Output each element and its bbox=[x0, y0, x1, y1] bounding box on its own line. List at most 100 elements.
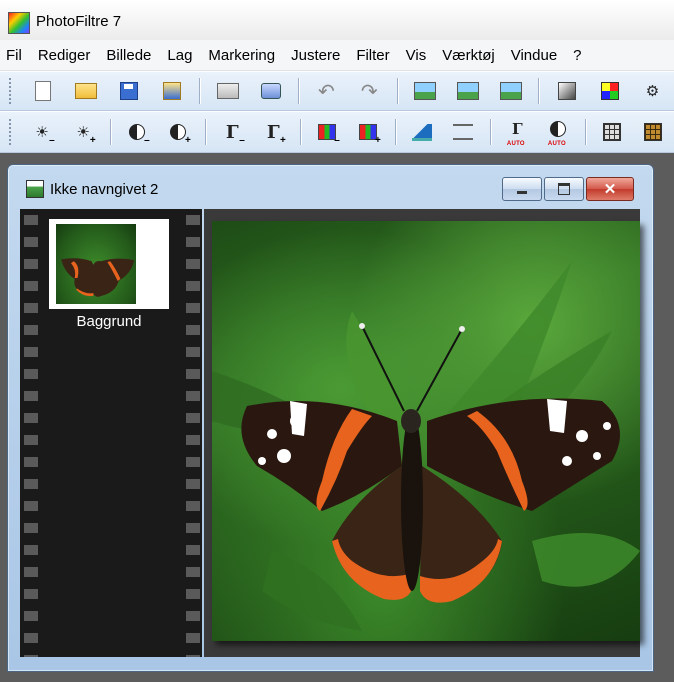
scanner-icon bbox=[260, 83, 281, 99]
copy-image-button[interactable] bbox=[455, 77, 482, 105]
paste-image-button[interactable] bbox=[412, 77, 439, 105]
minimize-button[interactable] bbox=[502, 177, 542, 201]
app-title: PhotoFiltre 7 bbox=[36, 13, 122, 30]
butterfly-photo[interactable] bbox=[212, 221, 640, 641]
layer-name[interactable]: Baggrund bbox=[49, 313, 169, 330]
undo-button[interactable]: ↶ bbox=[313, 77, 340, 105]
open-button[interactable] bbox=[73, 77, 100, 105]
toolbar-separator bbox=[109, 119, 111, 145]
toolbar-separator bbox=[204, 119, 206, 145]
menu-vindue[interactable]: Vindue bbox=[503, 47, 565, 64]
contrast-plus-button[interactable]: + bbox=[166, 118, 191, 146]
grid-icon bbox=[603, 123, 622, 141]
menu-bar: Fil Rediger Billede Lag Markering Juster… bbox=[0, 40, 674, 71]
menu-lag[interactable]: Lag bbox=[159, 47, 200, 64]
save-as-button[interactable] bbox=[158, 77, 185, 105]
menu-billede[interactable]: Billede bbox=[98, 47, 159, 64]
document-title: Ikke navngivet 2 bbox=[50, 181, 159, 198]
histogram-icon bbox=[412, 123, 433, 141]
menu-justere[interactable]: Justere bbox=[283, 47, 348, 64]
histogram-button[interactable] bbox=[410, 118, 435, 146]
menu-vaerktoej[interactable]: Værktøj bbox=[434, 47, 503, 64]
auto-gamma-icon: Γ bbox=[512, 120, 523, 138]
menu-help[interactable]: ? bbox=[565, 47, 589, 64]
scan-button[interactable] bbox=[257, 77, 284, 105]
image-canvas-area[interactable] bbox=[204, 209, 640, 657]
print-icon bbox=[216, 83, 239, 99]
gamma-plus-icon: Γ bbox=[266, 121, 280, 143]
new-image-button[interactable] bbox=[497, 77, 524, 105]
gamma-plus-button[interactable]: Γ + bbox=[261, 118, 286, 147]
photofiltre-app-icon bbox=[8, 12, 30, 34]
print-button[interactable] bbox=[214, 77, 241, 105]
menu-markering[interactable]: Markering bbox=[200, 47, 283, 64]
redo-button[interactable]: ↷ bbox=[356, 77, 383, 105]
undo-icon: ↶ bbox=[318, 80, 335, 103]
new-document-button[interactable] bbox=[30, 77, 57, 105]
gamma-minus-button[interactable]: Γ – bbox=[220, 118, 245, 147]
save-as-icon bbox=[162, 82, 181, 100]
minimize-icon bbox=[517, 190, 527, 194]
palette-button[interactable] bbox=[596, 77, 623, 105]
toolbar-separator bbox=[538, 78, 540, 104]
plugin-button[interactable]: ⚙ bbox=[639, 77, 666, 105]
open-folder-icon bbox=[75, 83, 98, 99]
saturation-minus-button[interactable]: – bbox=[315, 118, 340, 146]
mosaic-button[interactable] bbox=[641, 118, 666, 146]
film-perforations bbox=[24, 209, 38, 657]
brightness-plus-button[interactable]: ☀ + bbox=[71, 118, 95, 146]
image-paste-icon bbox=[414, 82, 437, 100]
maximize-button[interactable] bbox=[544, 177, 584, 201]
gradient-icon bbox=[557, 82, 576, 100]
menu-rediger[interactable]: Rediger bbox=[30, 47, 99, 64]
auto-gamma-button[interactable]: Γ AUTO bbox=[505, 118, 530, 147]
save-disk-icon bbox=[120, 82, 139, 100]
close-icon: ✕ bbox=[603, 181, 617, 198]
film-perforations bbox=[186, 209, 200, 657]
brightness-plus-icon: ☀ bbox=[76, 124, 90, 141]
menu-fil[interactable]: Fil bbox=[0, 47, 30, 64]
redo-icon: ↷ bbox=[360, 80, 378, 103]
grid-button[interactable] bbox=[600, 118, 625, 146]
layers-panel: Baggrund bbox=[20, 209, 202, 657]
contrast-plus-icon bbox=[170, 124, 187, 140]
auto-contrast-icon bbox=[550, 121, 567, 137]
image-new-icon bbox=[499, 82, 522, 100]
levels-icon bbox=[453, 124, 474, 140]
document-window: Ikke navngivet 2 ✕ Baggrund bbox=[7, 164, 654, 672]
adjust-toolbar: ☀ – ☀ + – + Γ – Γ + – + Γ AUTO AUTO bbox=[0, 111, 674, 153]
maximize-icon bbox=[558, 183, 570, 195]
toolbar-separator bbox=[299, 119, 301, 145]
gamma-minus-icon: Γ bbox=[225, 121, 239, 143]
levels-button[interactable] bbox=[451, 118, 476, 146]
toolbar-separator bbox=[584, 119, 586, 145]
saturation-plus-button[interactable]: + bbox=[356, 118, 381, 146]
layer-thumbnail-image bbox=[56, 224, 136, 304]
app-title-bar: PhotoFiltre 7 bbox=[0, 0, 674, 40]
toolbar-separator bbox=[489, 119, 491, 145]
gradient-button[interactable] bbox=[553, 77, 580, 105]
brightness-minus-button[interactable]: ☀ – bbox=[30, 118, 54, 146]
contrast-minus-icon bbox=[129, 124, 146, 140]
toolbar-grip[interactable] bbox=[8, 77, 12, 105]
auto-contrast-button[interactable]: AUTO bbox=[546, 118, 571, 147]
standard-toolbar: ↶ ↷ ⚙ bbox=[0, 71, 674, 111]
new-document-icon bbox=[35, 81, 52, 101]
brightness-minus-icon: ☀ bbox=[35, 124, 49, 141]
plugin-icon: ⚙ bbox=[645, 83, 660, 100]
toolbar-separator bbox=[396, 78, 398, 104]
mosaic-icon bbox=[644, 123, 663, 141]
toolbar-separator bbox=[298, 78, 299, 104]
menu-vis[interactable]: Vis bbox=[398, 47, 435, 64]
toolbar-separator bbox=[199, 78, 201, 104]
toolbar-separator bbox=[394, 119, 396, 145]
layer-thumbnail[interactable] bbox=[49, 219, 169, 309]
toolbar-grip[interactable] bbox=[8, 118, 12, 146]
save-button[interactable] bbox=[116, 77, 143, 105]
image-copy-icon bbox=[457, 82, 480, 100]
contrast-minus-button[interactable]: – bbox=[125, 118, 150, 146]
menu-filter[interactable]: Filter bbox=[348, 47, 397, 64]
palette-icon bbox=[600, 82, 619, 100]
close-button[interactable]: ✕ bbox=[586, 177, 634, 201]
document-icon bbox=[26, 180, 44, 198]
